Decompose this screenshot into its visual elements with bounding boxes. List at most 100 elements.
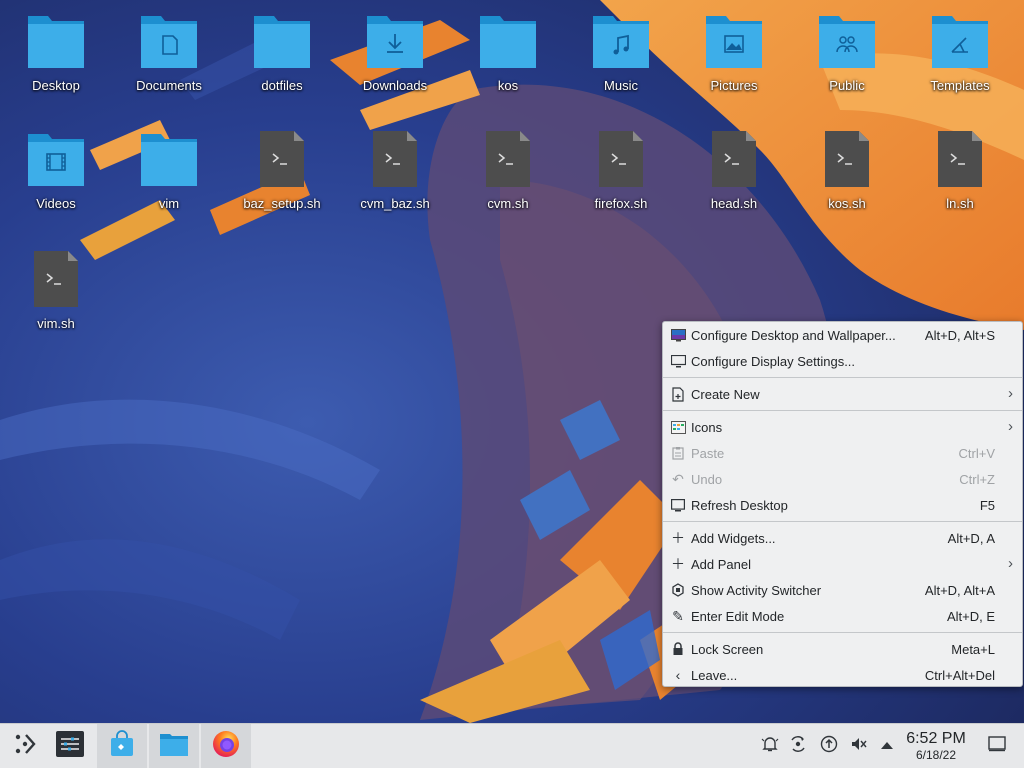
desktop-item[interactable]: ln.sh (905, 130, 1015, 211)
folder-icon (478, 12, 538, 70)
desktop-item[interactable]: Videos (1, 130, 111, 211)
folder-icon (28, 16, 84, 68)
desktop-item-label: cvm_baz.sh (360, 196, 430, 211)
chevron-right-icon: › (1008, 385, 1013, 402)
folder-icon (26, 12, 86, 70)
kde-connect-icon (789, 735, 807, 758)
menu-item-shortcut: Alt+D, Alt+S (924, 327, 995, 343)
peek-desktop-button[interactable] (987, 735, 1007, 756)
desktop-item[interactable]: Pictures (679, 12, 789, 93)
menu-item-add-widgets[interactable]: ＋ Add Widgets... Alt+D, A (663, 525, 1022, 551)
activities-icon (670, 582, 686, 598)
settings-icon (55, 730, 85, 763)
menu-item-shortcut: Alt+D, Alt+A (924, 582, 995, 598)
desktop-item-label: Desktop (32, 78, 80, 93)
desktop-item-label: Templates (930, 78, 990, 93)
application-launcher-button[interactable] (0, 724, 50, 768)
desktop-item[interactable]: Documents (114, 12, 224, 93)
menu-item-paste[interactable]: Paste Ctrl+V (663, 440, 1022, 466)
desktop-item-label: head.sh (710, 196, 758, 211)
menu-item-icons[interactable]: Icons › (663, 414, 1022, 440)
menu-item-shortcut: Meta+L (951, 641, 995, 657)
shell-script-icon (591, 130, 651, 188)
menu-item-create-new[interactable]: Create New › (663, 381, 1022, 407)
menu-item-refresh-desktop[interactable]: Refresh Desktop F5 (663, 492, 1022, 518)
menu-item-shortcut: F5 (979, 497, 995, 513)
desktop-item[interactable]: Music (566, 12, 676, 93)
desktop-item-label: vim.sh (37, 316, 75, 331)
folder-icon (252, 12, 312, 70)
desktop-item[interactable]: dotfiles (227, 12, 337, 93)
desktop-item[interactable]: kos (453, 12, 563, 93)
tray-expand-icon (880, 737, 894, 755)
file-manager-button[interactable] (149, 724, 199, 768)
desktop-item-label: Videos (36, 196, 76, 211)
file-manager-icon (159, 731, 189, 762)
menu-item-label: Undo (691, 471, 723, 487)
menu-item-shortcut: Ctrl+Alt+Del (924, 667, 995, 683)
firefox-button[interactable] (201, 724, 251, 768)
notifications-button[interactable] (760, 736, 780, 756)
menu-item-leave[interactable]: ‹ Leave... Ctrl+Alt+Del (663, 662, 1022, 688)
menu-item-configure-display[interactable]: Configure Display Settings... (663, 348, 1022, 374)
desktop-item-label: baz_setup.sh (243, 196, 321, 211)
shell-script-icon (930, 130, 990, 188)
desktop-item[interactable]: Desktop (1, 12, 111, 93)
menu-item-label: Configure Display Settings... (691, 353, 856, 369)
menu-item-label: Add Panel (691, 556, 751, 572)
desktop-item[interactable]: vim.sh (1, 250, 111, 331)
taskbar-panel: 6:52 PM 6/18/22 (0, 723, 1024, 768)
desktop-item-label: Pictures (710, 78, 758, 93)
desktop-item-label: ln.sh (946, 196, 974, 211)
folder-icon (365, 12, 425, 70)
desktop-item[interactable]: kos.sh (792, 130, 902, 211)
desktop-item[interactable]: cvm.sh (453, 130, 563, 211)
menu-item-show-activity-switcher[interactable]: Show Activity Switcher Alt+D, Alt+A (663, 577, 1022, 603)
kde-connect-button[interactable] (788, 735, 808, 758)
menu-item-lock-screen[interactable]: Lock Screen Meta+L (663, 636, 1022, 662)
updates-button[interactable] (819, 735, 839, 756)
desktop-item-label: dotfiles (261, 78, 303, 93)
digital-clock[interactable]: 6:52 PM 6/18/22 (898, 730, 974, 762)
refresh-icon (670, 497, 686, 513)
shell-script-icon (486, 131, 530, 187)
plus-icon: ＋ (671, 530, 685, 546)
desktop-item[interactable]: vim (114, 130, 224, 211)
tray-expand-button[interactable] (877, 736, 897, 756)
shell-script-icon (938, 131, 982, 187)
desktop-item[interactable]: Public (792, 12, 902, 93)
menu-item-label: Create New (691, 386, 760, 402)
folder-icon (254, 16, 310, 68)
new-file-icon (670, 386, 686, 402)
folder-icon (141, 16, 197, 68)
discover-store-button[interactable] (97, 724, 147, 768)
folder-icon (817, 12, 877, 70)
desktop-item[interactable]: cvm_baz.sh (340, 130, 450, 211)
volume-button[interactable] (849, 736, 869, 756)
desktop-item[interactable]: firefox.sh (566, 130, 676, 211)
folder-icon (26, 130, 86, 188)
menu-item-undo[interactable]: ↶ Undo Ctrl+Z (663, 466, 1022, 492)
menu-item-add-panel[interactable]: ＋ Add Panel › (663, 551, 1022, 577)
menu-item-label: Lock Screen (691, 641, 764, 657)
desktop-item-label: Downloads (362, 78, 428, 93)
desktop-item-label: Public (829, 78, 865, 93)
chevron-left-icon: ‹ (675, 667, 681, 683)
desktop-item-label: Documents (136, 78, 202, 93)
desktop-item[interactable]: baz_setup.sh (227, 130, 337, 211)
clock-time: 6:52 PM (906, 730, 966, 747)
menu-item-shortcut: Ctrl+Z (959, 471, 995, 487)
desktop-item[interactable]: head.sh (679, 130, 789, 211)
folder-icon (367, 16, 423, 68)
desktop-item[interactable]: Templates (905, 12, 1015, 93)
volume-muted-icon (850, 735, 868, 758)
menu-item-configure-desktop[interactable]: Configure Desktop and Wallpaper... Alt+D… (663, 322, 1022, 348)
menu-item-enter-edit-mode[interactable]: ✎ Enter Edit Mode Alt+D, E (663, 603, 1022, 629)
icons-view-icon (670, 419, 686, 435)
settings-button[interactable] (45, 724, 95, 768)
wallpaper-icon (670, 327, 686, 343)
menu-item-label: Icons (691, 419, 723, 435)
paste-icon (670, 445, 686, 461)
desktop-item[interactable]: Downloads (340, 12, 450, 93)
shell-script-icon (704, 130, 764, 188)
